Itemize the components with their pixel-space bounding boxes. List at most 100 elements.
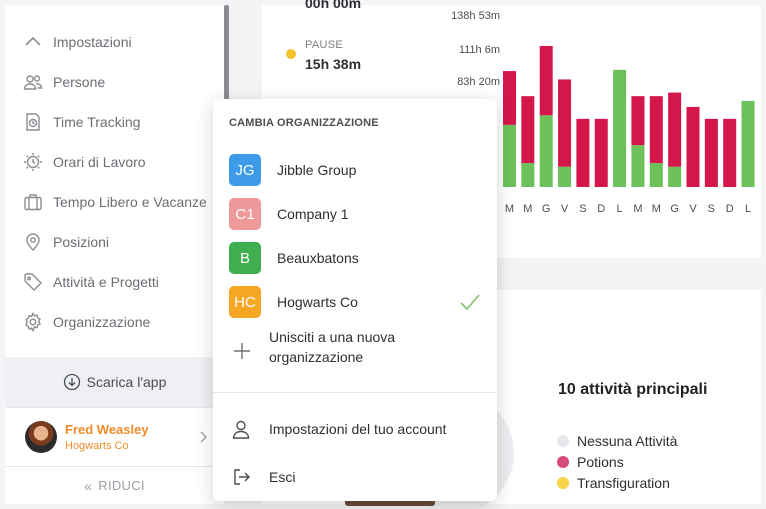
logout-button[interactable]: Esci — [213, 457, 497, 497]
bar-worked-segment — [503, 124, 516, 187]
tag-icon — [23, 272, 43, 292]
sidebar-item-impostazioni[interactable]: Impostazioni — [5, 22, 224, 62]
x-tick-label: V — [561, 203, 569, 215]
collapse-sidebar-button[interactable]: « RIDUCI — [5, 467, 224, 504]
x-tick-label: M — [523, 203, 532, 215]
user-icon — [231, 419, 251, 439]
bar-worked-segment — [741, 100, 755, 187]
bar-worked-segment — [631, 145, 645, 187]
top-activities-title: 10 attività principali — [558, 381, 708, 398]
download-app-button[interactable]: Scarica l'app — [5, 357, 224, 407]
org-item-jibble-group[interactable]: JG Jibble Group — [213, 148, 497, 192]
x-tick-label: L — [617, 203, 623, 215]
x-tick-label: M — [505, 203, 514, 215]
bar-overtime-segment — [503, 71, 516, 125]
legend-label: Nessuna Attività — [577, 433, 678, 449]
bar-worked-segment — [668, 166, 682, 187]
sidebar-item-orari-di-lavoro[interactable]: Orari di Lavoro — [5, 142, 224, 182]
avatar — [25, 421, 57, 453]
join-label-line2: organizzazione — [269, 349, 364, 365]
bar-overtime-segment — [723, 118, 737, 187]
download-app-label: Scarica l'app — [86, 374, 167, 390]
bar-worked-segment — [613, 69, 627, 187]
bar-overtime-segment — [704, 118, 718, 187]
bar-overtime-segment — [668, 92, 682, 167]
sidebar-item-label: Persone — [53, 74, 106, 90]
org-name: Company 1 — [277, 206, 349, 222]
bar-overtime-segment — [558, 79, 572, 167]
legend-item-nessuna: Nessuna Attività — [557, 433, 677, 449]
logout-label: Esci — [269, 469, 296, 485]
bar-overtime-segment — [631, 96, 645, 146]
collapse-label: RIDUCI — [98, 478, 145, 493]
org-item-hogwarts-co[interactable]: HC Hogwarts Co — [213, 280, 497, 324]
legend-item-potions: Potions — [557, 454, 624, 470]
legend-label: Potions — [577, 454, 624, 470]
x-tick-label: G — [670, 203, 679, 215]
sidebar-item-label: Time Tracking — [53, 114, 141, 130]
timesheet-icon — [23, 112, 43, 132]
legend-label: Transfiguration — [577, 475, 670, 491]
chevron-right-icon — [196, 430, 210, 444]
gear-icon — [23, 312, 43, 332]
sidebar-item-label: Tempo Libero e Vacanze — [53, 194, 207, 210]
legend-dot — [557, 456, 569, 468]
switch-organization-menu: CAMBIA ORGANIZZAZIONE JG Jibble Group C1… — [213, 99, 497, 501]
join-label-line1: Unisciti a una nuova — [269, 329, 396, 345]
sidebar-item-persone[interactable]: Persone — [5, 62, 224, 102]
x-tick-label: L — [745, 203, 751, 215]
sidebar-item-label: Orari di Lavoro — [53, 154, 146, 170]
sidebar-item-label: Posizioni — [53, 234, 110, 250]
x-tick-label: S — [579, 203, 586, 215]
org-item-company-1[interactable]: C1 Company 1 — [213, 192, 497, 236]
user-profile[interactable]: Fred Weasley Hogwarts Co — [5, 407, 224, 467]
bar-overtime-segment — [539, 45, 553, 116]
briefcase-icon — [23, 192, 43, 212]
x-tick-label: S — [708, 203, 715, 215]
menu-divider — [213, 392, 497, 393]
org-item-beauxbatons[interactable]: B Beauxbatons — [213, 236, 497, 280]
sidebar-item-label: Organizzazione — [53, 314, 151, 330]
bar-worked-segment — [558, 166, 572, 187]
x-tick-label: D — [597, 203, 605, 215]
bar-worked-segment — [521, 163, 535, 187]
join-organization-button[interactable]: Unisciti a una nuova organizzazione — [213, 327, 497, 377]
legend-item-transfiguration: Transfiguration — [557, 475, 670, 491]
bar-overtime-segment — [649, 96, 663, 164]
sidebar-item-tempo-libero[interactable]: Tempo Libero e Vacanze — [5, 182, 224, 222]
org-badge: C1 — [229, 198, 261, 230]
sidebar-item-attivita-progetti[interactable]: Attività e Progetti — [5, 262, 224, 302]
y-tick-label: 83h 20m — [457, 76, 500, 88]
sidebar-item-posizioni[interactable]: Posizioni — [5, 222, 224, 262]
account-settings-label: Impostazioni del tuo account — [269, 421, 447, 437]
y-tick-label: 138h 53m — [451, 10, 500, 22]
sidebar-item-time-tracking[interactable]: Time Tracking — [5, 102, 224, 142]
sidebar: Impostazioni Persone Time Tracking Orari… — [5, 5, 229, 504]
plus-icon — [233, 342, 251, 360]
x-tick-label: V — [689, 203, 697, 215]
location-pin-icon — [23, 232, 43, 252]
org-name: Jibble Group — [277, 162, 357, 178]
menu-title: CAMBIA ORGANIZZAZIONE — [229, 117, 379, 129]
account-settings-button[interactable]: Impostazioni del tuo account — [213, 409, 497, 449]
org-name: Hogwarts Co — [277, 294, 358, 310]
org-name: Beauxbatons — [277, 250, 359, 266]
x-tick-label: M — [633, 203, 642, 215]
chevron-up-icon — [23, 32, 43, 52]
sidebar-item-label: Attività e Progetti — [53, 274, 159, 290]
schedule-icon — [23, 152, 43, 172]
legend-dot — [557, 435, 569, 447]
y-tick-label: 111h 6m — [459, 44, 500, 56]
people-icon — [23, 72, 43, 92]
bar-overtime-segment — [521, 96, 535, 164]
x-tick-label: M — [652, 203, 661, 215]
bar-overtime-segment — [686, 106, 700, 187]
user-org: Hogwarts Co — [65, 440, 129, 452]
bar-overtime-segment — [594, 118, 608, 187]
logout-icon — [231, 467, 251, 487]
sidebar-item-label: Impostazioni — [53, 34, 132, 50]
x-tick-label: D — [726, 203, 734, 215]
org-badge: HC — [229, 286, 261, 318]
bar-overtime-segment — [576, 118, 590, 187]
sidebar-item-organizzazione[interactable]: Organizzazione — [5, 302, 224, 342]
